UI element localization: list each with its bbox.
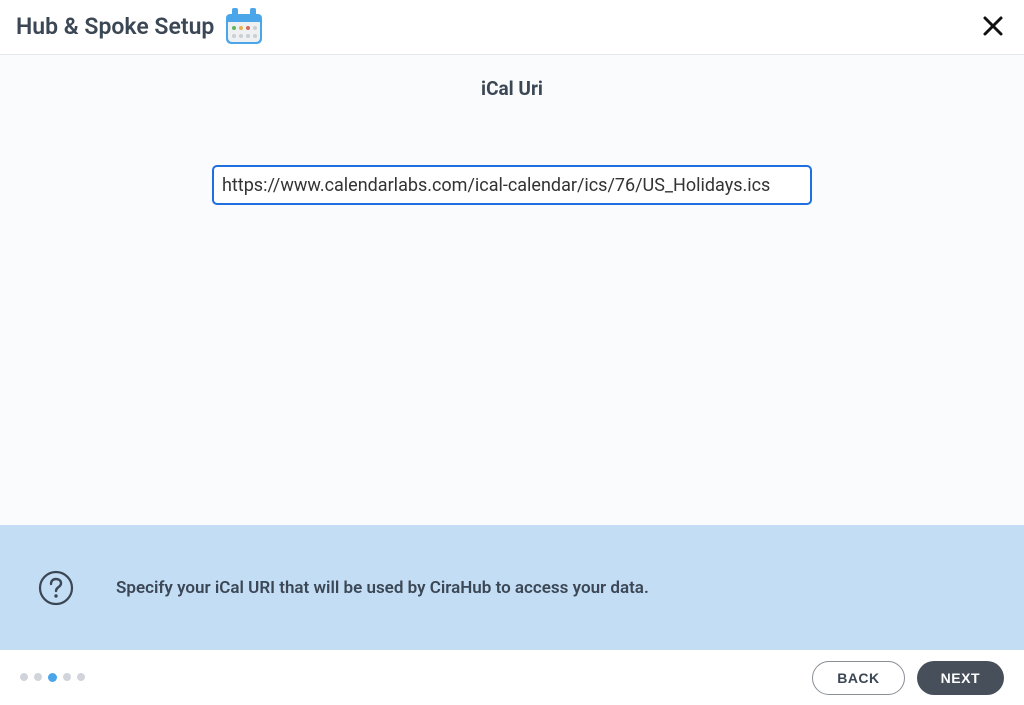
step-dot-active [48, 673, 57, 682]
header-left: Hub & Spoke Setup [16, 8, 264, 44]
step-dot [34, 673, 42, 681]
question-icon [38, 570, 74, 606]
footer-buttons: BACK NEXT [812, 661, 1004, 695]
help-text: Specify your iCal URI that will be used … [116, 578, 649, 598]
page-title: Hub & Spoke Setup [16, 13, 214, 40]
help-band: Specify your iCal URI that will be used … [0, 525, 1024, 650]
main-content: iCal Uri [0, 55, 1024, 525]
modal-footer: BACK NEXT [0, 650, 1024, 705]
step-dot [20, 673, 28, 681]
section-title: iCal Uri [0, 77, 1024, 100]
step-dot [77, 673, 85, 681]
modal-header: Hub & Spoke Setup [0, 0, 1024, 55]
close-icon[interactable] [978, 11, 1008, 41]
back-button[interactable]: BACK [812, 661, 904, 695]
step-dot [63, 673, 71, 681]
ical-uri-input[interactable] [212, 165, 812, 205]
next-button[interactable]: NEXT [917, 661, 1004, 695]
calendar-icon [224, 8, 264, 44]
step-indicator [20, 673, 85, 682]
